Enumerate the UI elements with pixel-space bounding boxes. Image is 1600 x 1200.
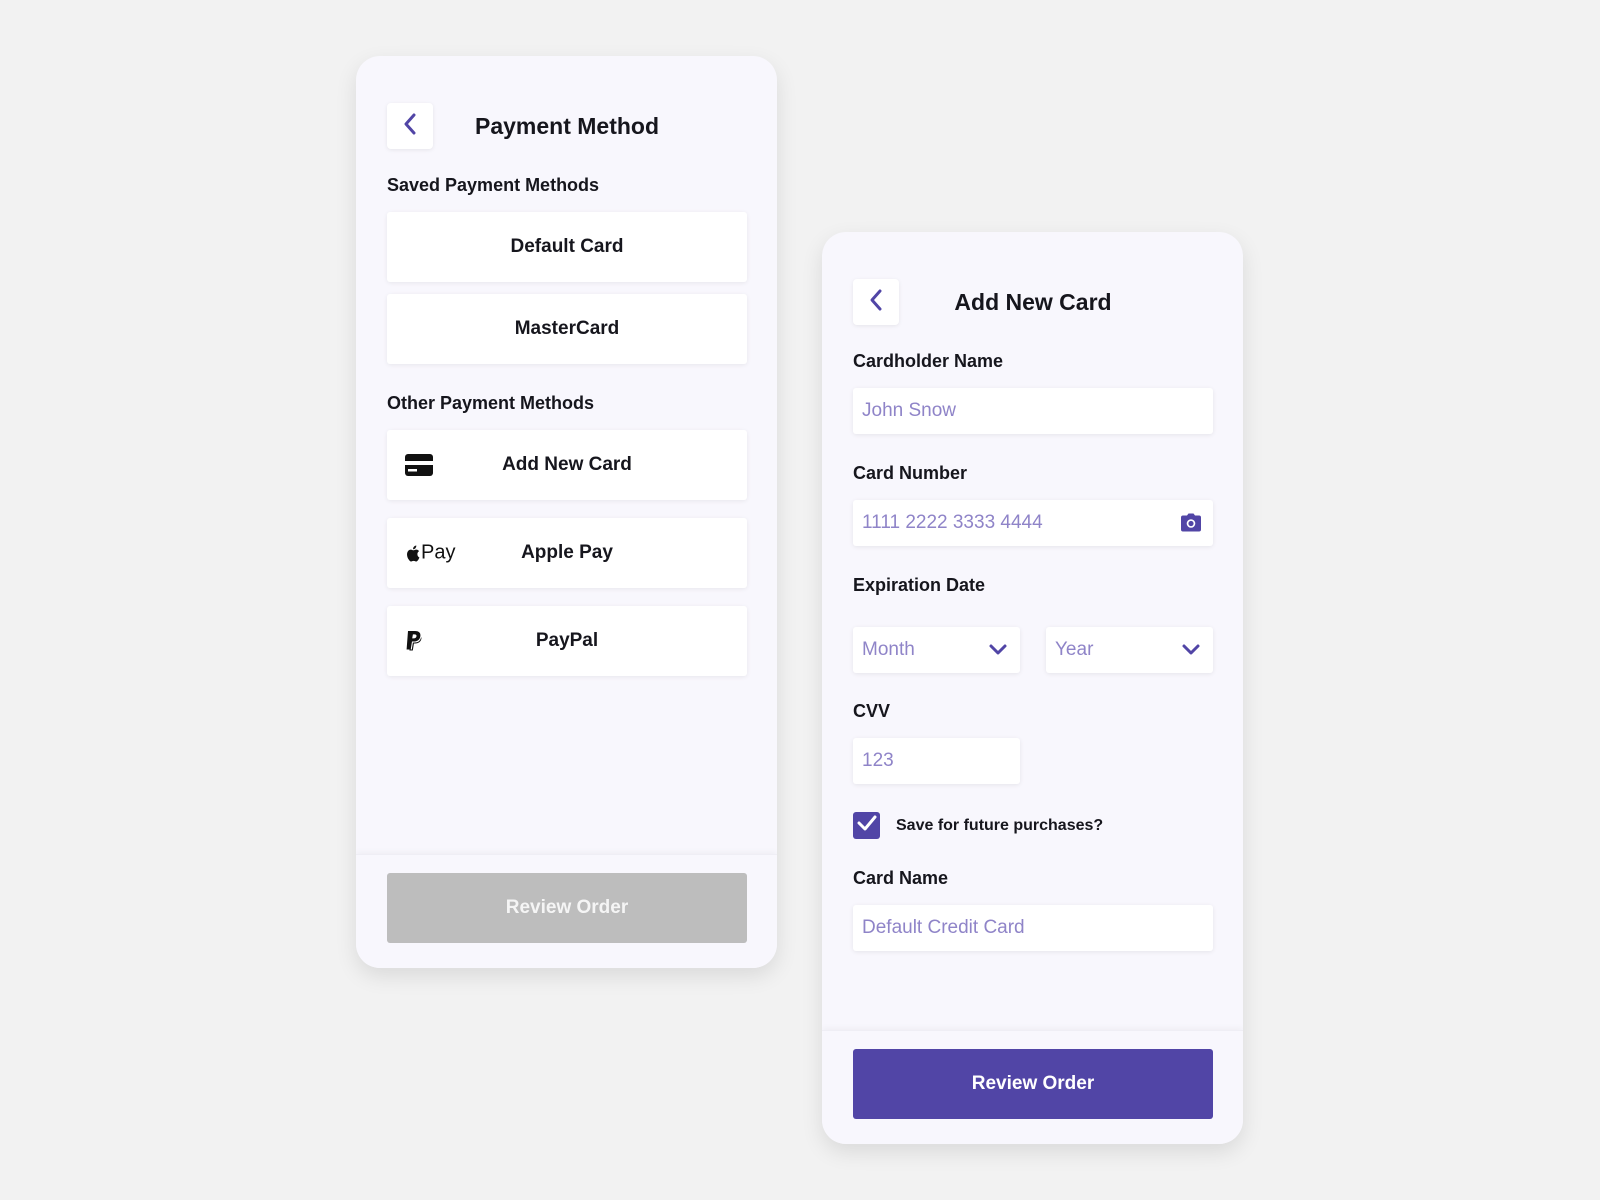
- expiration-date-label: Expiration Date: [853, 575, 986, 595]
- footer: Review Order: [356, 854, 777, 968]
- back-button[interactable]: [387, 103, 433, 149]
- apple-pay-icon-text: Pay: [421, 541, 456, 564]
- other-methods-heading: Other Payment Methods: [387, 393, 595, 413]
- page-title: Add New Card: [954, 288, 1112, 315]
- saved-method-mastercard[interactable]: MasterCard: [387, 294, 747, 364]
- option-label: Default Card: [510, 236, 624, 257]
- year-select[interactable]: Year: [1046, 627, 1213, 673]
- page-title: Payment Method: [474, 112, 660, 139]
- back-button[interactable]: [853, 279, 899, 325]
- card-name-input[interactable]: Default Credit Card: [853, 905, 1213, 951]
- month-select[interactable]: Month: [853, 627, 1020, 673]
- checkmark-icon: [857, 815, 877, 836]
- add-card-header: Add New Card: [853, 279, 1213, 325]
- card-name-label: Card Name: [853, 868, 949, 888]
- option-label: PayPal: [535, 630, 599, 651]
- cvv-label: CVV: [853, 701, 891, 721]
- option-label: Apple Pay: [521, 542, 613, 563]
- add-new-card-option[interactable]: Add New Card: [387, 430, 747, 500]
- chevron-down-icon: [988, 643, 1008, 657]
- save-for-future-row: Save for future purchases?: [853, 812, 1103, 839]
- card-number-input[interactable]: 1111 2222 3333 4444: [853, 500, 1213, 546]
- saved-method-default-card[interactable]: Default Card: [387, 212, 747, 282]
- card-number-placeholder: 1111 2222 3333 4444: [862, 512, 1043, 533]
- add-card-screen: Add New Card Cardholder Name John Snow C…: [822, 232, 1243, 1144]
- save-for-future-label: Save for future purchases?: [896, 816, 1104, 834]
- review-order-button[interactable]: Review Order: [387, 873, 747, 943]
- year-placeholder: Year: [1055, 639, 1094, 660]
- payment-method-screen: Payment Method Saved Payment Methods Def…: [356, 56, 777, 968]
- credit-card-icon: [405, 454, 433, 476]
- option-label: Add New Card: [502, 454, 632, 475]
- save-for-future-checkbox[interactable]: [853, 812, 880, 839]
- card-name-placeholder: Default Credit Card: [862, 917, 1025, 938]
- paypal-option[interactable]: PayPal: [387, 606, 747, 676]
- chevron-down-icon: [1181, 643, 1201, 657]
- apple-pay-option[interactable]: Pay Apple Pay: [387, 518, 747, 588]
- chevron-left-icon: [867, 288, 885, 317]
- cardholder-name-label: Cardholder Name: [853, 351, 1004, 371]
- month-placeholder: Month: [862, 639, 915, 660]
- chevron-left-icon: [401, 112, 419, 141]
- option-label: MasterCard: [514, 318, 620, 339]
- cardholder-name-input[interactable]: John Snow: [853, 388, 1213, 434]
- paypal-icon: [405, 630, 423, 652]
- cardholder-name-placeholder: John Snow: [862, 400, 957, 421]
- footer: Review Order: [822, 1030, 1243, 1144]
- apple-pay-icon: Pay: [405, 542, 455, 565]
- cvv-input[interactable]: 123: [853, 738, 1020, 784]
- camera-icon[interactable]: [1180, 513, 1202, 533]
- saved-methods-heading: Saved Payment Methods: [387, 175, 600, 195]
- payment-method-header: Payment Method: [387, 103, 747, 149]
- card-number-label: Card Number: [853, 463, 968, 483]
- cvv-placeholder: 123: [862, 750, 894, 771]
- review-order-button[interactable]: Review Order: [853, 1049, 1213, 1119]
